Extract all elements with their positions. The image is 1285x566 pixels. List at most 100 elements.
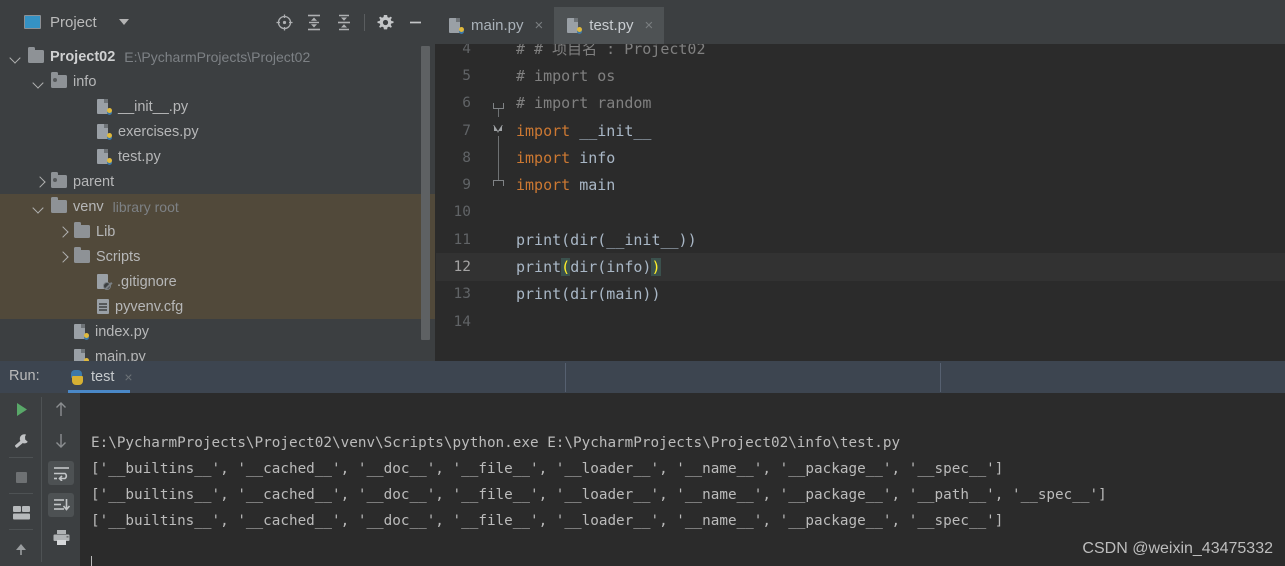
settings-gear-icon[interactable] xyxy=(370,8,400,36)
code-line[interactable]: 11 print(dir(__init__)) xyxy=(436,226,1285,253)
run-tab-label: test xyxy=(91,369,115,385)
code-line[interactable]: 5 # import os xyxy=(436,62,1285,89)
chevron-down-icon[interactable] xyxy=(118,19,129,25)
hide-panel-icon[interactable] xyxy=(400,8,430,36)
console-line: ['__builtins__', '__cached__', '__doc__'… xyxy=(91,461,1004,477)
show-layout-button[interactable] xyxy=(0,497,42,529)
tree-item-detail: library root xyxy=(112,198,179,215)
editor-gutter[interactable] xyxy=(482,117,516,145)
code-line[interactable]: 8 import info xyxy=(436,144,1285,172)
run-panel-label: Run: xyxy=(9,368,40,384)
python-run-icon xyxy=(70,369,84,385)
expand-all-icon[interactable] xyxy=(299,8,329,36)
select-opened-file-icon[interactable] xyxy=(269,8,299,36)
python-file-icon xyxy=(97,123,112,140)
code-line[interactable]: 12 print(dir(info)) xyxy=(436,253,1285,281)
line-number: 5 xyxy=(462,67,471,84)
python-file-icon xyxy=(567,17,583,34)
python-file-icon xyxy=(449,17,464,34)
code-lines: 4 # # 项目名 : Project02 5 # import os 6 # impor… xyxy=(436,44,1285,335)
code-line[interactable]: 4 # # 项目名 : Project02 xyxy=(436,44,1285,62)
close-icon[interactable]: × xyxy=(124,369,132,385)
down-the-stack-trace-button[interactable] xyxy=(42,425,80,457)
print-button[interactable] xyxy=(42,521,80,553)
chevron-right-icon[interactable] xyxy=(56,250,69,263)
editor-gutter[interactable] xyxy=(482,199,516,226)
tree-item-info[interactable]: info xyxy=(0,69,436,94)
soft-wrap-button[interactable] xyxy=(42,457,80,489)
project-tree-scrollbar[interactable] xyxy=(421,46,430,340)
run-configuration-button[interactable] xyxy=(0,425,42,457)
folder-icon xyxy=(74,222,90,238)
code-text: # # 项目名 : Project02 xyxy=(516,44,706,59)
config-file-icon xyxy=(97,299,109,314)
stop-process-button[interactable] xyxy=(0,461,42,493)
tree-item--gitignore[interactable]: .gitignore xyxy=(0,269,436,294)
scroll-to-end-button[interactable] xyxy=(42,489,80,521)
gitignore-file-icon xyxy=(97,273,111,290)
up-the-stack-trace-button[interactable] xyxy=(42,393,80,425)
folder-icon xyxy=(51,197,67,213)
chevron-down-icon[interactable] xyxy=(10,50,23,63)
editor-tab-main-py[interactable]: main.py × xyxy=(436,7,554,44)
code-line[interactable]: 6 # import random xyxy=(436,90,1285,117)
tree-item-scripts[interactable]: Scripts xyxy=(0,244,436,269)
tree-item-__init__-py[interactable]: __init__.py xyxy=(0,94,436,119)
project-tree-panel[interactable]: Project02 E:\PycharmProjects\Project02 inf… xyxy=(0,44,436,361)
toolbar-separator xyxy=(9,457,33,458)
fold-collapse-icon[interactable] xyxy=(493,125,504,137)
code-line[interactable]: 14 xyxy=(436,308,1285,335)
tree-item-lib[interactable]: Lib xyxy=(0,219,436,244)
run-header-divider xyxy=(940,363,941,392)
tree-item-parent[interactable]: parent xyxy=(0,169,436,194)
rerun-run-button[interactable] xyxy=(0,393,42,425)
code-line[interactable]: 9 import main xyxy=(436,171,1285,198)
tree-item-project02[interactable]: Project02 E:\PycharmProjects\Project02 xyxy=(0,44,436,69)
line-number: 4 xyxy=(462,44,471,57)
editor-gutter[interactable] xyxy=(482,62,516,89)
code-line[interactable]: 10 xyxy=(436,199,1285,226)
tree-item-index-py[interactable]: index.py xyxy=(0,319,436,344)
close-icon[interactable]: × xyxy=(535,17,544,34)
project-panel-header: Project xyxy=(0,0,436,44)
fold-region-end-icon xyxy=(493,102,504,109)
editor-gutter[interactable] xyxy=(482,171,516,198)
tree-item-pyvenv-cfg[interactable]: pyvenv.cfg xyxy=(0,294,436,319)
chevron-down-icon[interactable] xyxy=(33,75,46,88)
editor-gutter[interactable] xyxy=(482,253,516,280)
console-caret xyxy=(91,556,92,566)
editor-gutter[interactable] xyxy=(482,226,516,253)
editor-gutter[interactable] xyxy=(482,90,516,117)
tree-item-label: pyvenv.cfg xyxy=(115,298,184,315)
code-text: import main xyxy=(516,176,616,195)
tree-item-main-py[interactable]: main.py xyxy=(0,344,436,361)
collapse-all-icon[interactable] xyxy=(329,8,359,36)
fold-region-start-icon xyxy=(493,179,504,186)
console-line: Process finished with exit code 0 xyxy=(80,560,1285,566)
chevron-right-icon[interactable] xyxy=(56,225,69,238)
editor-gutter[interactable] xyxy=(482,144,516,172)
editor-tab-strip: main.py × test.py × xyxy=(436,0,1285,44)
tree-item-venv[interactable]: venv library root xyxy=(0,194,436,219)
pin-tab-button[interactable] xyxy=(0,533,42,565)
editor-gutter[interactable] xyxy=(482,44,516,62)
folder-icon xyxy=(28,47,44,63)
tree-item-label: main.py xyxy=(95,348,146,362)
editor-gutter[interactable] xyxy=(482,308,516,335)
console-line: ['__builtins__', '__cached__', '__doc__'… xyxy=(91,487,1107,503)
tree-item-test-py[interactable]: test.py xyxy=(0,144,436,169)
package-folder-icon xyxy=(51,72,67,88)
tree-item-label: venv xyxy=(73,198,104,215)
run-tab-test[interactable]: test × xyxy=(60,361,143,393)
chevron-down-icon[interactable] xyxy=(33,200,46,213)
chevron-right-icon[interactable] xyxy=(33,175,46,188)
close-icon[interactable]: × xyxy=(644,17,653,34)
code-editor[interactable]: 4 # # 项目名 : Project02 5 # import os 6 # impor… xyxy=(436,44,1285,361)
code-line[interactable]: 7 import __init__ xyxy=(436,117,1285,145)
code-line[interactable]: 13 print(dir(main)) xyxy=(436,281,1285,308)
line-number: 7 xyxy=(462,122,471,139)
tree-item-label: .gitignore xyxy=(117,273,177,290)
tree-item-exercises-py[interactable]: exercises.py xyxy=(0,119,436,144)
editor-gutter[interactable] xyxy=(482,281,516,308)
editor-tab-test-py[interactable]: test.py × xyxy=(554,7,665,44)
